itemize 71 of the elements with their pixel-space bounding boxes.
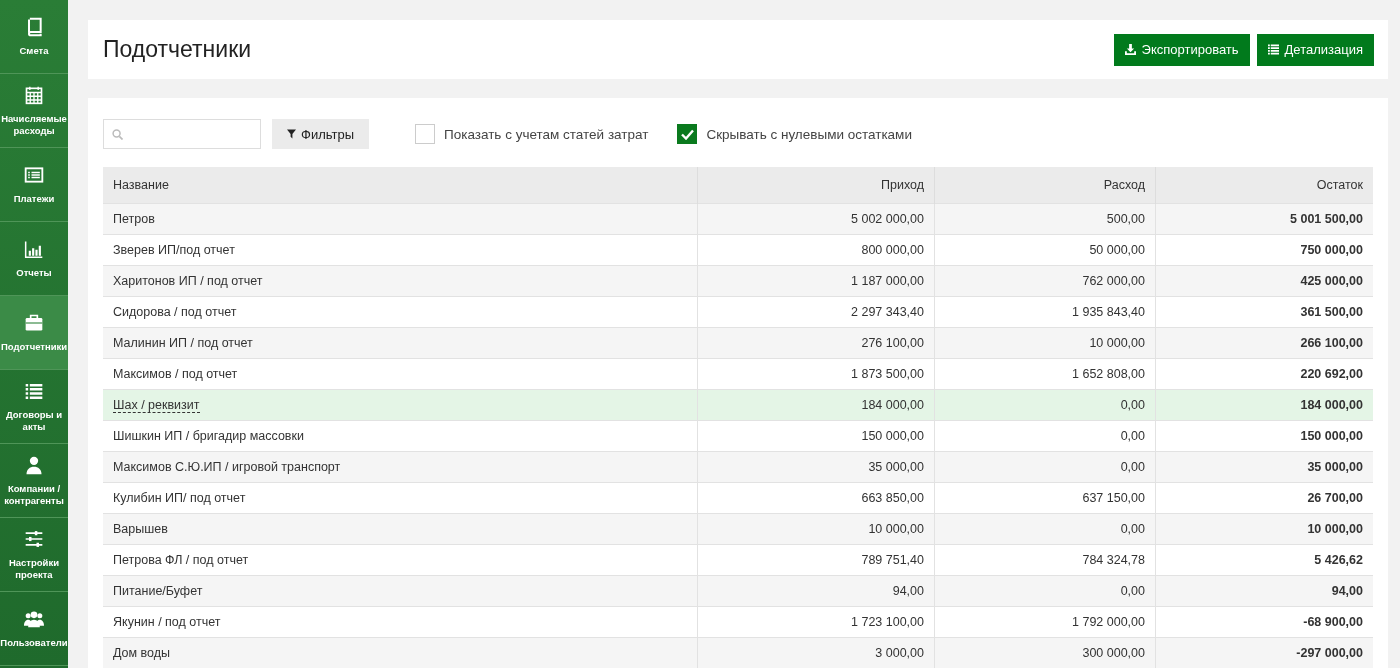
details-button[interactable]: Детализация [1256,33,1374,66]
sidebar-item[interactable]: Пользователи [0,592,68,666]
table-row[interactable]: Малинин ИП / под отчет 276 100,00 10 000,00 266 100,00 [103,327,1373,359]
table-cell: 300 000,00 [934,637,1156,668]
table-cell: 762 000,00 [934,265,1156,297]
table-cell: 5 002 000,00 [697,203,935,235]
table-cell: Харитонов ИП / под отчет [103,265,698,297]
sidebar-item[interactable]: Компании / контрагенты [0,444,68,518]
sidebar-item[interactable]: Настройки проекта [0,518,68,592]
table-cell: 276 100,00 [697,327,935,359]
sidebar-item[interactable]: Подотчетники [0,296,68,370]
sidebar-item[interactable]: Смета [0,0,68,74]
table-cell: 0,00 [934,513,1156,545]
table-row[interactable]: Харитонов ИП / под отчет 1 187 000,00 762 000,00 425 000,00 [103,265,1373,297]
filter-icon [287,129,296,139]
table-cell: 94,00 [1155,575,1373,607]
table-cell: Максимов С.Ю.ИП / игровой транспорт [103,451,698,483]
table-row[interactable]: Дом воды 3 000,00 300 000,00 -297 000,00 [103,637,1373,668]
user-icon [24,455,44,476]
sliders-icon [24,529,44,550]
table-cell: 266 100,00 [1155,327,1373,359]
table-row[interactable]: Питание/Буфет 94,00 0,00 94,00 [103,575,1373,607]
table-cell: Шах / реквизит [103,389,698,421]
table-cell: 1 187 000,00 [697,265,935,297]
table-row[interactable]: Варышев 10 000,00 0,00 10 000,00 [103,513,1373,545]
list-icon [24,164,44,185]
page-title: Подотчетники [103,36,253,63]
briefcase-icon [24,312,44,333]
download-icon [1124,44,1136,55]
search-field[interactable] [103,119,261,149]
table-cell: -297 000,00 [1155,637,1373,668]
check-icon [680,128,694,140]
table-cell: 0,00 [934,451,1156,483]
sidebar-item[interactable]: Платежи [0,148,68,222]
checkbox[interactable] [677,124,698,144]
table-cell: Петров [103,203,698,235]
table-cell: 10 000,00 [697,513,935,545]
sidebar-item[interactable]: Начисляемые расходы [0,74,68,148]
export-button[interactable]: Экспортировать [1113,33,1250,66]
table-cell: Варышев [103,513,698,545]
table-row[interactable]: Шах / реквизит 184 000,00 0,00 184 000,00 [103,389,1373,421]
table-cell: 0,00 [934,575,1156,607]
table-cell: 35 000,00 [697,451,935,483]
checkbox-label: Скрывать с нулевыми остатками [706,126,912,142]
table-cell: Дом воды [103,637,698,668]
sidebar-item[interactable]: Договоры и акты [0,370,68,444]
table-cell: 10 000,00 [934,327,1156,359]
table-cell: Малинин ИП / под отчет [103,327,698,359]
list-icon [24,381,44,402]
filter-button[interactable]: Фильтры [272,119,369,149]
table-cell: 184 000,00 [697,389,935,421]
table-cell: 10 000,00 [1155,513,1373,545]
table-cell: 94,00 [697,575,935,607]
checkbox-label: Показать с учетам статей затрат [444,126,649,142]
column-header: Остаток [1155,167,1373,204]
calendar-icon [24,85,44,106]
table-cell: 425 000,00 [1155,265,1373,297]
list-icon [1267,44,1279,55]
table-cell: 3 000,00 [697,637,935,668]
search-icon [112,128,123,140]
column-header: Расход [934,167,1156,204]
table-cell: 184 000,00 [1155,389,1373,421]
table-row[interactable]: Петров 5 002 000,00 500,00 5 001 500,00 [103,203,1373,235]
table-cell: 5 001 500,00 [1155,203,1373,235]
table-cell: 500,00 [934,203,1156,235]
column-header: Название [103,167,698,204]
table-cell: 0,00 [934,389,1156,421]
column-header: Приход [697,167,935,204]
table-cell: 35 000,00 [1155,451,1373,483]
table-row[interactable]: Максимов С.Ю.ИП / игровой транспорт 35 000,00 0,00 35 000,00 [103,451,1373,483]
table-cell: Питание/Буфет [103,575,698,607]
